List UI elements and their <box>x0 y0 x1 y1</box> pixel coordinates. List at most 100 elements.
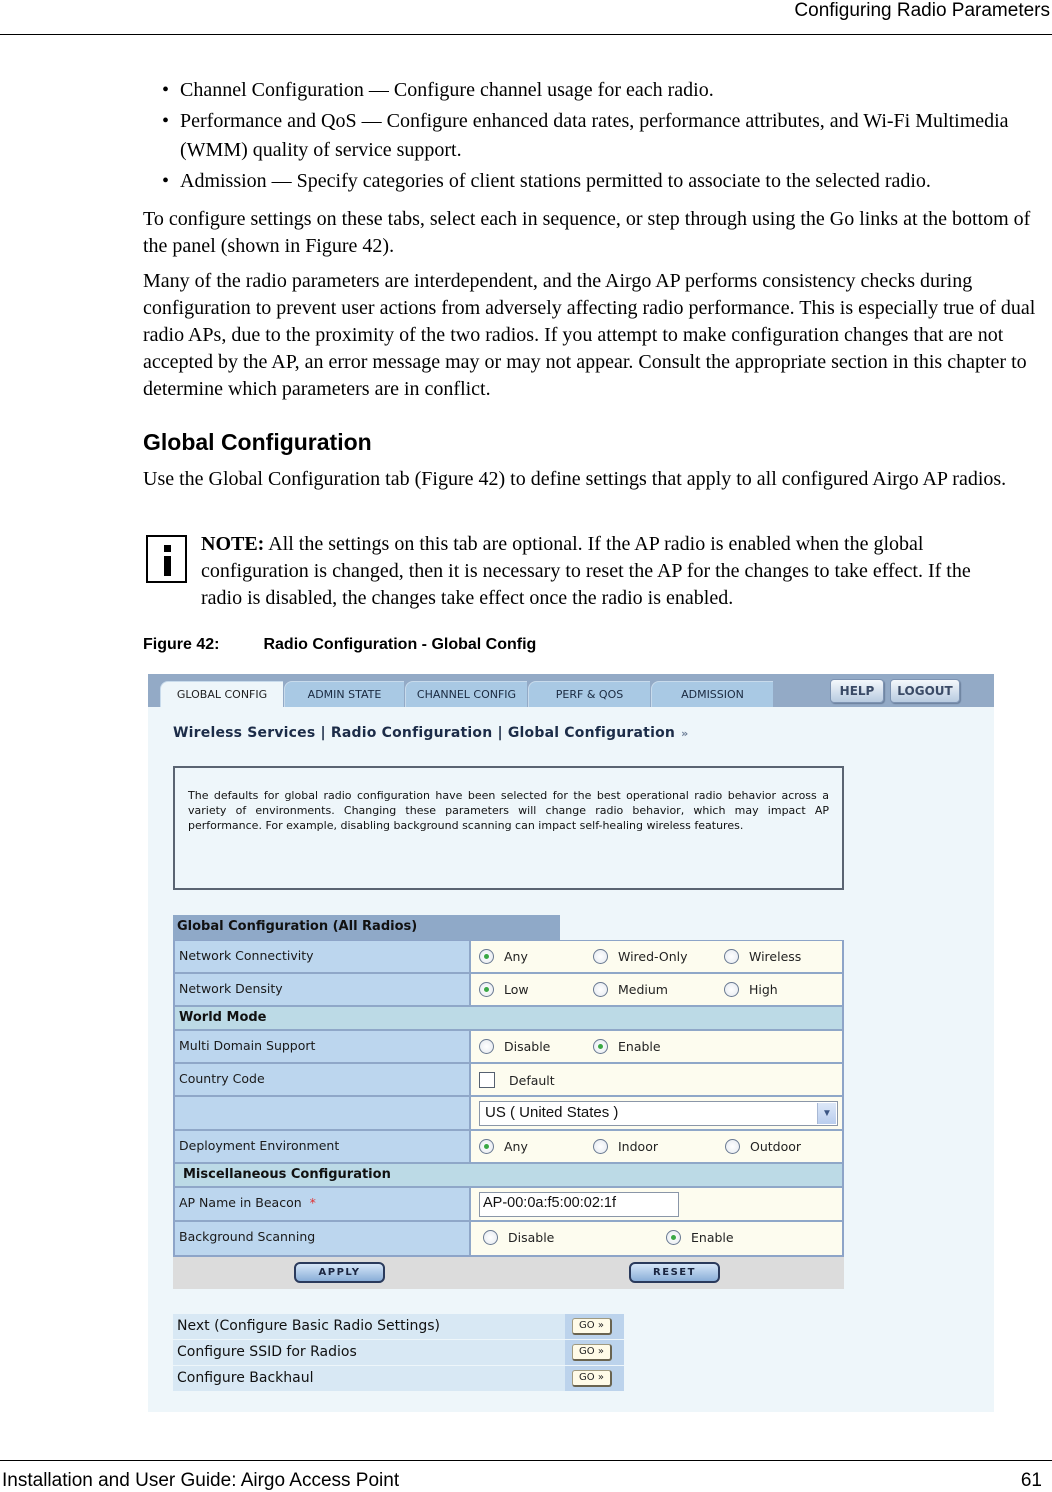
info-box: The defaults for global radio configurat… <box>173 766 844 890</box>
paragraph-interdependence: Many of the radio parameters are interde… <box>143 270 1036 400</box>
reset-button[interactable]: RESET <box>629 1262 720 1283</box>
go-button-basic-radio[interactable]: GO » <box>572 1318 612 1335</box>
radio-unchecked-icon[interactable] <box>593 949 608 964</box>
label-country-code: Country Code <box>175 1064 471 1095</box>
tab-perf-qos[interactable]: PERF & QOS <box>528 681 650 707</box>
radio-checked-icon[interactable] <box>479 949 494 964</box>
note: NOTE: All the settings on this tab are o… <box>201 531 1001 612</box>
world-mode-heading: World Mode <box>179 1010 267 1025</box>
radio-bg-scan-enable[interactable]: Enable <box>666 1230 734 1245</box>
paragraph-global-config: Use the Global Configuration tab (Figure… <box>143 468 1007 490</box>
go-button-backhaul[interactable]: GO » <box>572 1370 612 1387</box>
apply-button[interactable]: APPLY <box>294 1262 385 1283</box>
note-text: All the settings on this tab are optiona… <box>201 533 971 609</box>
nav-label: Next (Configure Basic Radio Settings) <box>173 1314 565 1339</box>
form-title: Global Configuration (All Radios) <box>173 915 560 940</box>
radio-checked-icon[interactable] <box>593 1039 608 1054</box>
country-select[interactable]: US ( United States ) ▼ <box>479 1101 838 1126</box>
tab-admission[interactable]: ADMISSION <box>651 681 773 707</box>
logout-button[interactable]: LOGOUT <box>890 679 960 703</box>
row-country-code: Country Code Default <box>175 1064 842 1097</box>
label-multi-domain: Multi Domain Support <box>175 1031 471 1062</box>
help-button[interactable]: HELP <box>830 679 884 703</box>
next-steps-table: Next (Configure Basic Radio Settings) GO… <box>173 1314 624 1392</box>
radio-checked-icon[interactable] <box>479 1139 494 1154</box>
row-deployment-environment: Deployment Environment Any Indoor Outdoo… <box>175 1131 842 1164</box>
label-deployment-environment: Deployment Environment <box>175 1131 471 1162</box>
figure-number: Figure 42: <box>143 636 220 653</box>
info-icon <box>146 535 187 583</box>
nav-row: Configure SSID for Radios GO » <box>173 1340 624 1366</box>
radio-connectivity-wireless[interactable]: Wireless <box>724 949 801 964</box>
bullet-item: Performance and QoS — Configure enhanced… <box>162 107 1047 165</box>
checkbox-unchecked-icon[interactable] <box>479 1072 495 1088</box>
radio-unchecked-icon[interactable] <box>593 982 608 997</box>
nav-label: Configure SSID for Radios <box>173 1340 565 1365</box>
running-header: Configuring Radio Parameters <box>794 0 1050 21</box>
chevron-down-icon[interactable]: ▼ <box>817 1103 836 1124</box>
figure-title: Radio Configuration - Global Config <box>263 636 537 653</box>
action-bar: APPLY RESET <box>173 1257 844 1289</box>
radio-checked-icon[interactable] <box>479 982 494 997</box>
row-multi-domain: Multi Domain Support Disable Enable <box>175 1031 842 1064</box>
radio-checked-icon[interactable] <box>666 1230 681 1245</box>
radio-unchecked-icon[interactable] <box>479 1039 494 1054</box>
row-network-density: Network Density Low Medium High <box>175 974 842 1007</box>
config-panel-screenshot: GLOBAL CONFIG ADMIN STATE CHANNEL CONFIG… <box>148 674 994 1412</box>
radio-multi-domain-enable[interactable]: Enable <box>593 1039 661 1054</box>
radio-connectivity-any[interactable]: Any <box>479 949 528 964</box>
radio-bg-scan-disable[interactable]: Disable <box>483 1230 554 1245</box>
checkbox-country-default[interactable]: Default <box>479 1072 555 1088</box>
required-mark: * <box>309 1195 316 1210</box>
radio-deployment-any[interactable]: Any <box>479 1139 528 1154</box>
radio-unchecked-icon[interactable] <box>724 982 739 997</box>
row-ap-name: AP Name in Beacon * AP-00:0a:f5:00:02:1f <box>175 1188 842 1222</box>
radio-connectivity-wired-only[interactable]: Wired-Only <box>593 949 688 964</box>
bullet-list: Channel Configuration — Configure channe… <box>162 76 1047 198</box>
row-country-select: US ( United States ) ▼ <box>175 1097 842 1131</box>
radio-unchecked-icon[interactable] <box>483 1230 498 1245</box>
radio-multi-domain-disable[interactable]: Disable <box>479 1039 550 1054</box>
nav-row: Configure Backhaul GO » <box>173 1366 624 1392</box>
label-background-scanning: Background Scanning <box>175 1222 471 1255</box>
bullet-item: Admission — Specify categories of client… <box>162 167 1047 196</box>
country-select-value: US ( United States ) <box>485 1104 619 1121</box>
nav-label: Configure Backhaul <box>173 1366 565 1391</box>
figure-caption: Figure 42: Radio Configuration - Global C… <box>143 636 536 654</box>
row-background-scanning: Background Scanning Disable Enable <box>175 1222 842 1255</box>
group-world-mode: World Mode <box>175 1007 842 1031</box>
bullet-item: Channel Configuration — Configure channe… <box>162 76 1047 105</box>
radio-deployment-indoor[interactable]: Indoor <box>593 1139 658 1154</box>
go-button-ssid[interactable]: GO » <box>572 1344 612 1361</box>
radio-deployment-outdoor[interactable]: Outdoor <box>725 1139 801 1154</box>
radio-unchecked-icon[interactable] <box>725 1139 740 1154</box>
footer-title: Installation and User Guide: Airgo Acces… <box>2 1470 400 1491</box>
radio-unchecked-icon[interactable] <box>593 1139 608 1154</box>
radio-density-low[interactable]: Low <box>479 982 529 997</box>
radio-density-medium[interactable]: Medium <box>593 982 668 997</box>
label-network-connectivity: Network Connectivity <box>175 941 471 972</box>
breadcrumb: Wireless Services | Radio Configuration … <box>173 725 688 741</box>
radio-unchecked-icon[interactable] <box>724 949 739 964</box>
label-network-density: Network Density <box>175 974 471 1005</box>
global-config-form: Network Connectivity Any Wired-Only Wire… <box>173 940 844 1257</box>
page-number: 61 <box>1020 1470 1042 1491</box>
tab-global-config[interactable]: GLOBAL CONFIG <box>160 681 283 707</box>
paragraph-navigation: To configure settings on these tabs, sel… <box>143 208 1031 257</box>
tab-admin-state[interactable]: ADMIN STATE <box>284 681 404 707</box>
tab-bar: GLOBAL CONFIG ADMIN STATE CHANNEL CONFIG… <box>148 674 994 707</box>
note-label: NOTE: <box>201 533 265 555</box>
footer-rule <box>0 1460 1052 1461</box>
nav-row: Next (Configure Basic Radio Settings) GO… <box>173 1314 624 1340</box>
group-misc-configuration: Miscellaneous Configuration <box>175 1164 842 1188</box>
tab-channel-config[interactable]: CHANNEL CONFIG <box>405 681 527 707</box>
double-chevron-icon: » <box>681 727 689 740</box>
row-network-connectivity: Network Connectivity Any Wired-Only Wire… <box>175 941 842 974</box>
misc-heading: Miscellaneous Configuration <box>183 1167 391 1182</box>
breadcrumb-text: Wireless Services | Radio Configuration … <box>173 725 676 741</box>
header-rule <box>0 34 1052 35</box>
radio-density-high[interactable]: High <box>724 982 778 997</box>
label-ap-name: AP Name in Beacon * <box>175 1188 471 1220</box>
ap-name-input[interactable]: AP-00:0a:f5:00:02:1f <box>479 1192 679 1217</box>
section-heading: Global Configuration <box>143 429 372 455</box>
